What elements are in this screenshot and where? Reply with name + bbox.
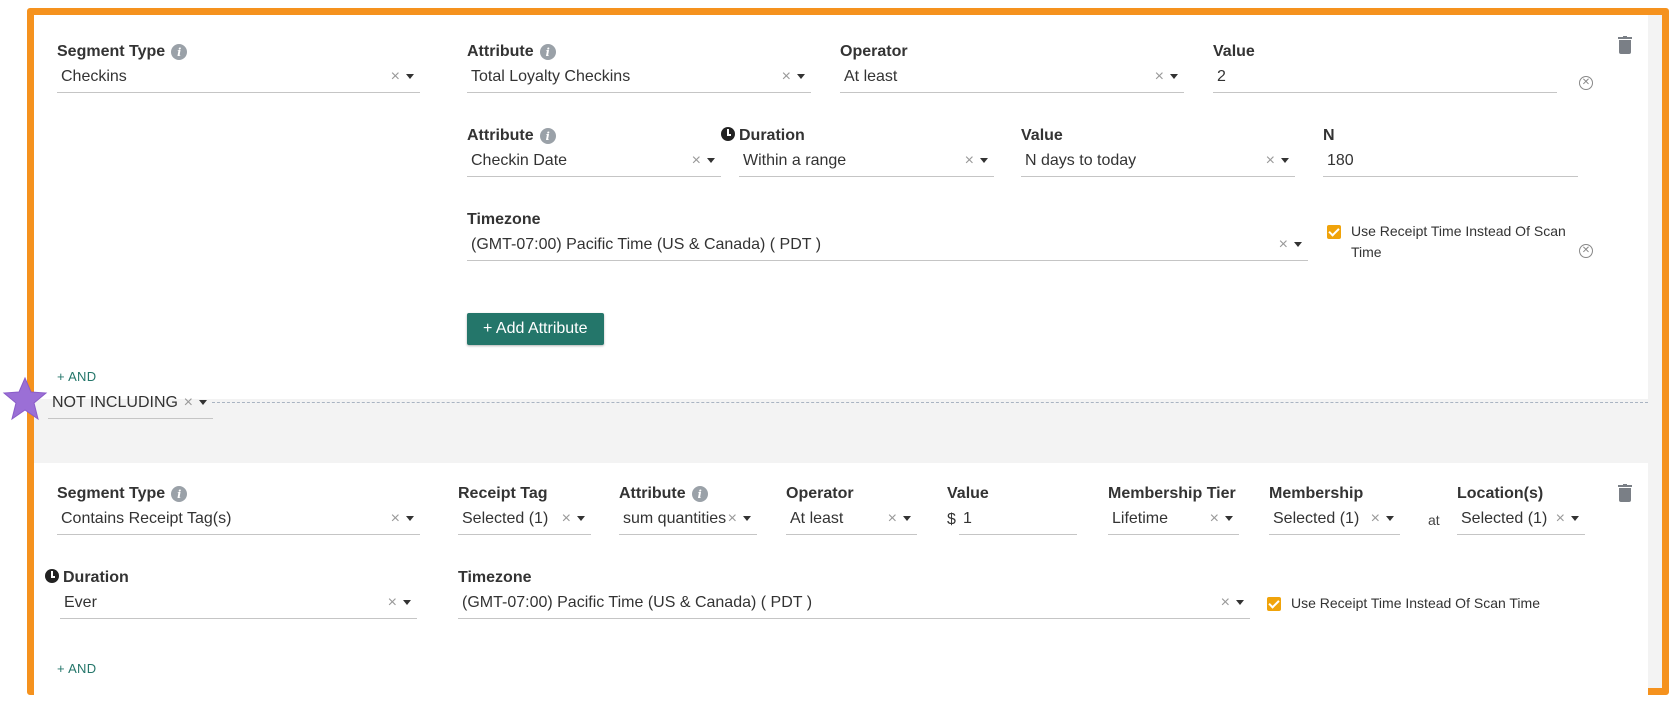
chevron-down-icon[interactable] [406, 516, 414, 521]
use-receipt-time-label: Use Receipt Time Instead Of Scan Time [1351, 223, 1566, 260]
info-icon[interactable]: i [171, 486, 188, 502]
close-icon[interactable]: × [1279, 236, 1288, 254]
chevron-down-icon[interactable] [1225, 516, 1233, 521]
chevron-down-icon[interactable] [1236, 600, 1244, 605]
membership-label: Membership [1269, 485, 1364, 502]
segment-block-2: Segment Type i Contains Receipt Tag(s) × … [34, 463, 1648, 695]
locations-label: Location(s) [1457, 485, 1544, 502]
use-receipt-time-checkbox[interactable] [1327, 225, 1341, 239]
timezone-label: Timezone [467, 211, 541, 228]
close-icon[interactable]: × [391, 510, 400, 528]
chevron-down-icon[interactable] [797, 74, 805, 79]
membership-tier-label: Membership Tier [1108, 485, 1236, 502]
receipt-tag-select[interactable]: Selected (1) × [458, 503, 591, 535]
attribute-select[interactable]: Total Loyalty Checkins × [467, 61, 811, 93]
trash-icon[interactable] [1618, 484, 1632, 502]
at-text: at [1428, 512, 1440, 528]
segment-type-label: Segment Type i [57, 485, 188, 503]
close-icon[interactable]: × [888, 510, 897, 528]
attribute-label: Attribute i [467, 43, 556, 61]
operator-label: Operator [786, 485, 854, 502]
chevron-down-icon[interactable] [1170, 74, 1178, 79]
clock-icon [45, 569, 59, 583]
chevron-down-icon[interactable] [980, 158, 988, 163]
receipt-tag-label: Receipt Tag [458, 485, 548, 502]
n-input[interactable]: 180 [1323, 145, 1578, 177]
use-receipt-time-checkbox[interactable] [1267, 597, 1281, 611]
segment-type-select[interactable]: Contains Receipt Tag(s) × [57, 503, 420, 535]
close-icon[interactable]: × [965, 152, 974, 170]
close-icon[interactable]: × [391, 68, 400, 86]
value-label: Value [1213, 43, 1255, 60]
and-link[interactable]: + AND [57, 369, 96, 384]
timezone-select[interactable]: (GMT-07:00) Pacific Time (US & Canada) (… [467, 229, 1308, 261]
info-icon[interactable]: i [691, 486, 708, 502]
and-link[interactable]: + AND [57, 661, 96, 676]
currency-prefix: $ [947, 511, 956, 528]
remove-icon[interactable]: ✕ [1579, 76, 1593, 90]
attribute-label-2: Attribute i [467, 127, 556, 145]
star-marker-icon [2, 376, 48, 421]
close-icon[interactable]: × [782, 68, 791, 86]
info-icon[interactable]: i [539, 44, 556, 60]
close-icon[interactable]: × [692, 152, 701, 170]
membership-select[interactable]: Selected (1) × [1269, 503, 1400, 535]
close-icon[interactable]: × [1266, 152, 1275, 170]
attribute-select[interactable]: sum quantities × [619, 503, 757, 535]
close-icon[interactable]: × [1210, 510, 1219, 528]
chevron-down-icon[interactable] [903, 516, 911, 521]
n-label: N [1323, 127, 1335, 144]
chevron-down-icon[interactable] [403, 600, 411, 605]
segment-type-select[interactable]: Checkins × [57, 61, 420, 93]
divider-line [212, 402, 1648, 403]
info-icon[interactable]: i [171, 44, 188, 60]
membership-tier-select[interactable]: Lifetime × [1108, 503, 1239, 535]
close-icon[interactable]: × [184, 394, 193, 412]
value-select-2[interactable]: N days to today × [1021, 145, 1295, 177]
add-attribute-button[interactable]: + Add Attribute [467, 313, 604, 345]
close-icon[interactable]: × [562, 510, 571, 528]
clock-icon [721, 127, 735, 141]
chevron-down-icon[interactable] [199, 400, 207, 405]
use-receipt-time-label: Use Receipt Time Instead Of Scan Time [1291, 595, 1540, 611]
chevron-down-icon[interactable] [577, 516, 585, 521]
value-input[interactable]: 2 [1213, 61, 1557, 93]
segment-block-1: Segment Type i Checkins × Attribute i Tota… [34, 15, 1648, 399]
duration-select[interactable]: Ever × [60, 587, 417, 619]
segment-type-label: Segment Type i [57, 43, 188, 61]
operator-select[interactable]: At least × [786, 503, 917, 535]
locations-select[interactable]: Selected (1) × [1457, 503, 1585, 535]
chevron-down-icon[interactable] [1386, 516, 1394, 521]
duration-select[interactable]: Within a range × [739, 145, 994, 177]
timezone-label: Timezone [458, 569, 532, 586]
value-label-2: Value [1021, 127, 1063, 144]
value-label: Value [947, 485, 989, 502]
combinator-select[interactable]: NOT INCLUDING × [48, 387, 213, 419]
chevron-down-icon[interactable] [743, 516, 751, 521]
chevron-down-icon[interactable] [1571, 516, 1579, 521]
close-icon[interactable]: × [388, 594, 397, 612]
close-icon[interactable]: × [1371, 510, 1380, 528]
duration-label: Duration [63, 569, 129, 586]
value-input[interactable]: 1 [959, 503, 1077, 535]
duration-label: Duration [739, 127, 805, 144]
attribute-select-2[interactable]: Checkin Date × [467, 145, 721, 177]
close-icon[interactable]: × [728, 510, 737, 528]
close-icon[interactable]: × [1221, 594, 1230, 612]
trash-icon[interactable] [1618, 36, 1632, 54]
chevron-down-icon[interactable] [1294, 242, 1302, 247]
close-icon[interactable]: × [1155, 68, 1164, 86]
operator-select[interactable]: At least × [840, 61, 1184, 93]
remove-icon[interactable]: ✕ [1579, 244, 1593, 258]
segment-builder-frame: Segment Type i Checkins × Attribute i Tota… [27, 8, 1669, 695]
chevron-down-icon[interactable] [707, 158, 715, 163]
operator-label: Operator [840, 43, 908, 60]
info-icon[interactable]: i [539, 128, 556, 144]
attribute-label: Attribute i [619, 485, 708, 503]
timezone-select[interactable]: (GMT-07:00) Pacific Time (US & Canada) (… [458, 587, 1250, 619]
close-icon[interactable]: × [1556, 510, 1565, 528]
chevron-down-icon[interactable] [1281, 158, 1289, 163]
chevron-down-icon[interactable] [406, 74, 414, 79]
